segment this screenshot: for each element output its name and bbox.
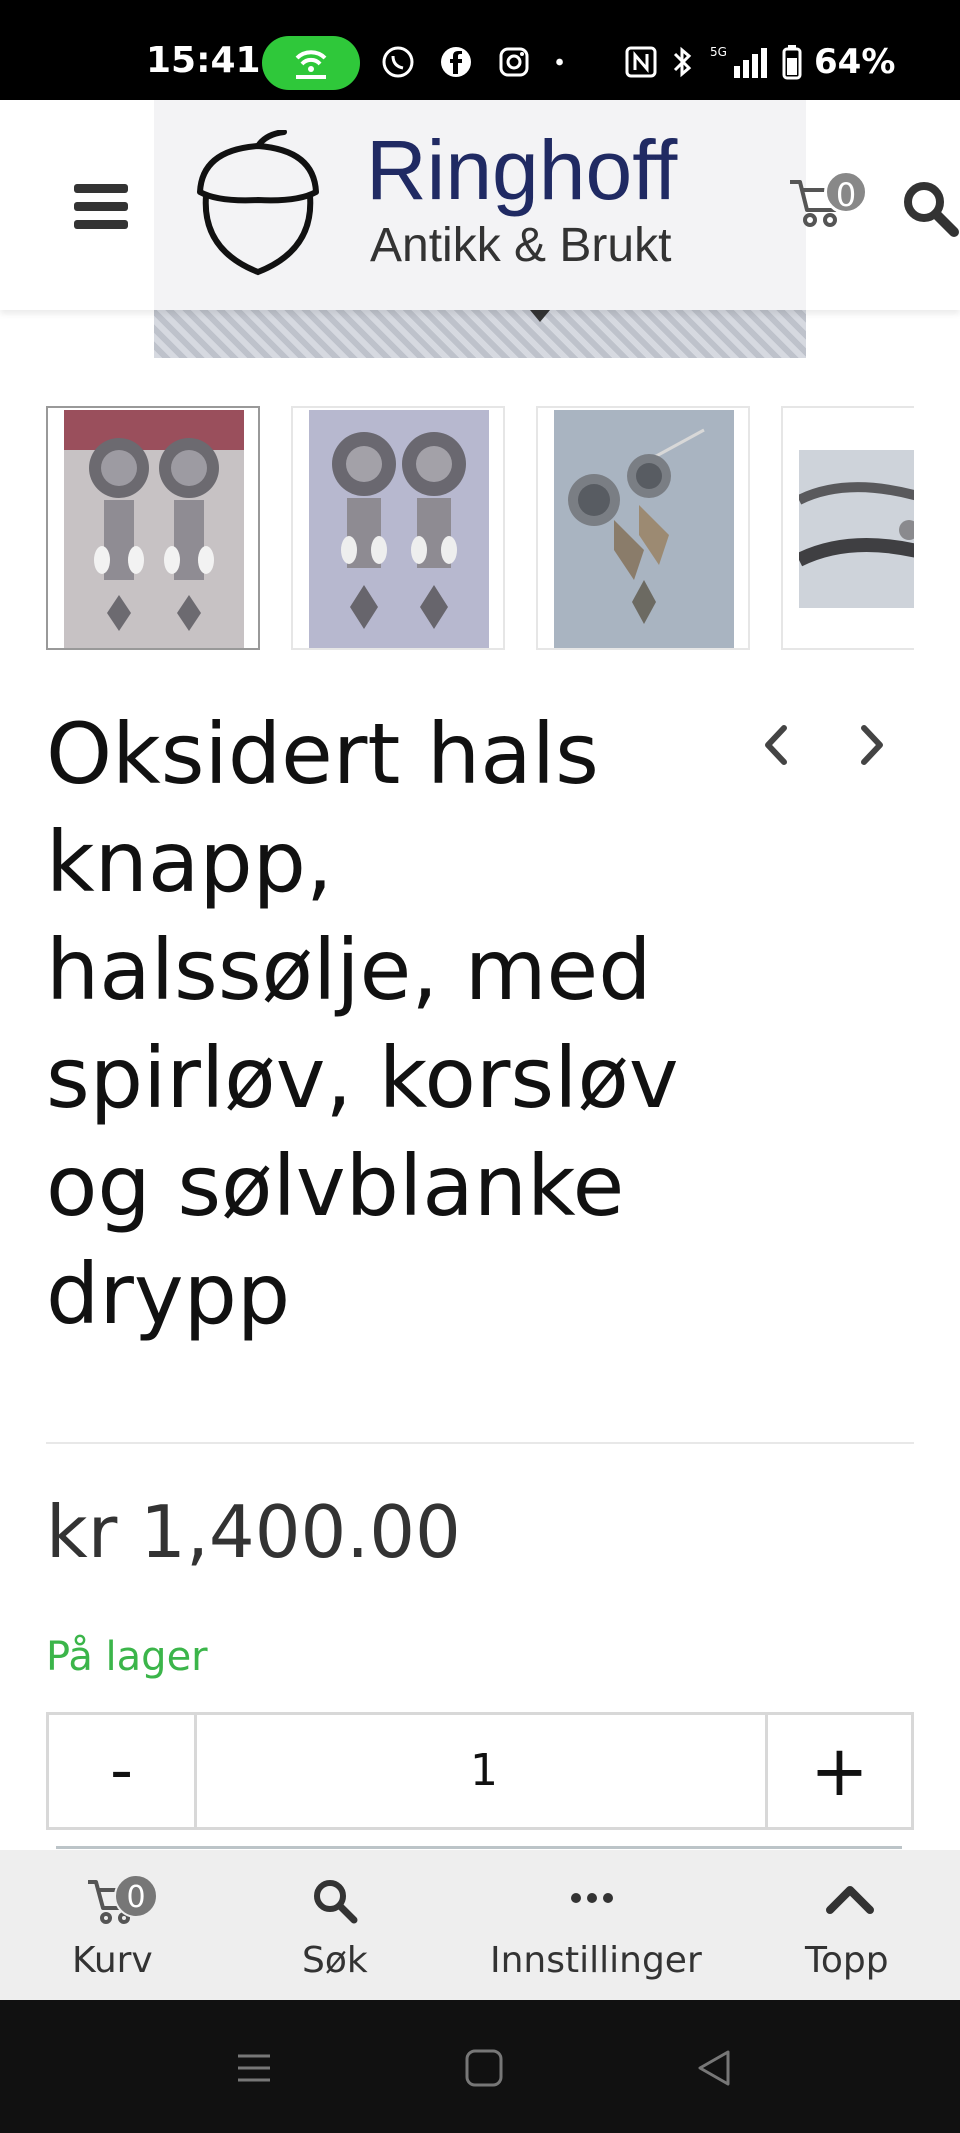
quantity-decrease-button[interactable]: -	[49, 1715, 197, 1827]
acorn-logo	[197, 130, 319, 276]
signal-icon: 5G	[710, 45, 767, 78]
quantity-increase-button[interactable]: +	[765, 1715, 911, 1827]
hotspot-icon[interactable]	[262, 36, 360, 90]
chevron-up-icon	[826, 1886, 874, 1914]
bottom-nav-cart[interactable]: 0 Kurv	[60, 1850, 160, 2000]
bottom-nav-top[interactable]: Topp	[800, 1850, 900, 2000]
bottom-nav-label: Søk	[302, 1940, 368, 1981]
recent-apps-icon[interactable]	[232, 2046, 276, 2090]
brand-tagline: Antikk & Brukt	[370, 219, 672, 272]
facebook-icon	[441, 47, 471, 77]
bottom-nav-label: Topp	[805, 1940, 889, 1981]
bottom-nav-label: Kurv	[72, 1940, 153, 1981]
quantity-stepper: - 1 +	[46, 1712, 914, 1830]
dot-icon	[556, 58, 563, 66]
earrings-thumb-3	[554, 410, 734, 648]
brooch-thumb-4	[799, 450, 914, 608]
product-price: kr 1,400.00	[46, 1490, 461, 1574]
back-icon[interactable]	[692, 2046, 736, 2090]
system-navigation-bar	[0, 2000, 960, 2133]
cart-count-badge: 0	[114, 1874, 158, 1918]
product-title: Oksidert hals knapp, halssølje, med spir…	[46, 705, 679, 1343]
thumbnail-gallery	[46, 406, 914, 652]
bluetooth-icon	[673, 46, 692, 78]
divider	[46, 1442, 914, 1444]
status-time: 15:41	[146, 40, 261, 81]
bottom-nav-label: Innstillinger	[490, 1940, 702, 1981]
battery-icon	[782, 45, 802, 80]
menu-icon[interactable]	[74, 184, 128, 229]
svg-text:5G: 5G	[710, 45, 727, 59]
previous-product-icon[interactable]	[756, 720, 796, 770]
thumbnail-2[interactable]	[291, 406, 505, 650]
brand-name: Ringhoff	[366, 123, 678, 217]
nfc-icon	[625, 46, 657, 78]
quantity-input[interactable]: 1	[197, 1715, 771, 1827]
whatsapp-icon	[382, 46, 414, 78]
site-header: Ringhoff Antikk & Brukt 0	[0, 100, 960, 310]
thumbnail-4[interactable]	[781, 406, 914, 650]
add-to-cart-button-edge[interactable]	[56, 1846, 902, 1849]
search-icon	[314, 1880, 358, 1924]
search-icon[interactable]	[900, 178, 960, 240]
battery-percent: 64%	[814, 42, 896, 82]
next-product-icon[interactable]	[852, 720, 892, 770]
status-bar: 15:41 5G 64%	[0, 0, 960, 100]
cart-count-badge: 0	[824, 170, 868, 214]
more-icon	[571, 1893, 613, 1903]
home-icon[interactable]	[462, 2046, 506, 2090]
thumbnail-1[interactable]	[46, 406, 260, 650]
earrings-thumb-2	[309, 410, 489, 648]
bottom-nav-search[interactable]: Søk	[290, 1850, 380, 2000]
product-main-image[interactable]	[154, 310, 806, 358]
stock-status: På lager	[46, 1634, 208, 1680]
instagram-icon	[499, 47, 529, 77]
earrings-thumb-1	[64, 410, 244, 648]
bottom-navigation: 0 Kurv Søk Innstillinger Topp	[0, 1850, 960, 2000]
thumbnail-3[interactable]	[536, 406, 750, 650]
bottom-nav-settings[interactable]: Innstillinger	[488, 1850, 702, 2000]
site-logo[interactable]: Ringhoff Antikk & Brukt	[154, 100, 806, 310]
